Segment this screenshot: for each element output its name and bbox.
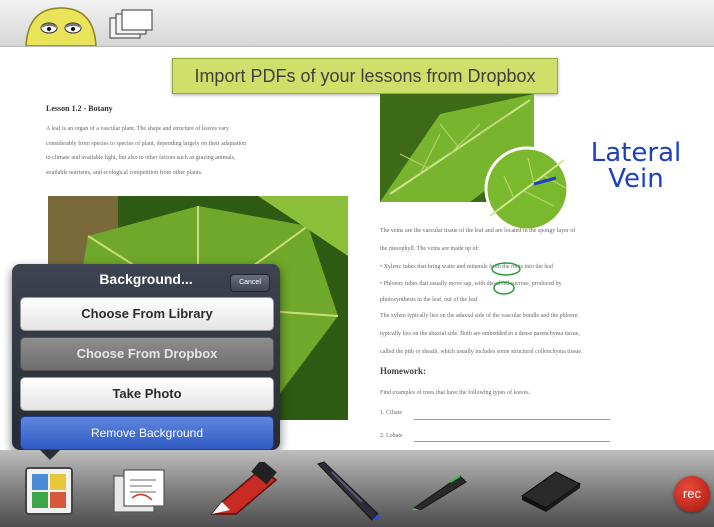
paragraph-line: available nutrients, and ecological comp… [46, 169, 203, 176]
green-highlight-marks [491, 262, 521, 295]
paragraph-line: A leaf is an organ of a vascular plant. … [46, 126, 230, 132]
choose-from-dropbox-button[interactable]: Choose From Dropbox [20, 337, 274, 371]
homework-prompt: Find examples of trees that have the fol… [380, 390, 531, 396]
red-marker-icon[interactable] [206, 462, 282, 518]
background-icon[interactable] [24, 466, 74, 516]
lesson-paragraph: A leaf is an organ of a vascular plant. … [46, 122, 346, 180]
choose-from-library-button[interactable]: Choose From Library [20, 297, 274, 331]
mascot-icon[interactable] [24, 6, 98, 46]
paragraph-line: to climate and available light, but also… [46, 155, 236, 161]
import-banner: Import PDFs of your lessons from Dropbox [172, 58, 558, 94]
paragraph-line: considerably from species to species of … [46, 140, 247, 147]
homework-item: 1. Ciliate [380, 410, 402, 416]
magnified-leaf [484, 146, 570, 232]
body-line: the mesophyll. The veins are made up of: [380, 246, 480, 252]
record-button[interactable]: rec [674, 476, 710, 512]
homework-title: Homework: [380, 366, 426, 376]
take-photo-button[interactable]: Take Photo [20, 377, 274, 411]
pages-icon[interactable] [112, 466, 168, 516]
body-line: photosynthesis in the leaf, out of the l… [380, 297, 478, 303]
popover-arrow [40, 450, 60, 460]
body-line: • Xylem: tubes that bring water and mine… [380, 264, 554, 270]
cancel-button[interactable]: Cancel [230, 274, 270, 292]
annotation-line: Lateral [590, 138, 682, 168]
lateral-vein-annotation: Lateral Vein [582, 140, 690, 192]
annotation-line: Vein [608, 164, 664, 194]
remove-background-button[interactable]: Remove Background [20, 416, 274, 450]
answer-line [414, 441, 610, 442]
body-line: The xylem typically lies on the adaxial … [380, 313, 578, 319]
answer-line [414, 419, 610, 420]
body-line: • Phloem: tubes that usually move sap, w… [380, 281, 562, 287]
lesson-title: Lesson 1.2 - Botany [46, 104, 113, 113]
page-stack-icon[interactable] [108, 8, 156, 40]
background-popover: Background... Cancel Choose From Library… [12, 264, 280, 450]
body-line: typically lies on the abaxial side. Both… [380, 331, 580, 337]
body-line: The veins are the vascular tissue of the… [380, 228, 576, 234]
eraser-icon[interactable] [518, 466, 584, 512]
green-pen-icon[interactable] [410, 470, 470, 510]
homework-item: 2. Lobate [380, 433, 403, 439]
body-line: called the pith or sheath, which usually… [380, 349, 583, 355]
blue-pen-icon[interactable] [312, 460, 382, 522]
